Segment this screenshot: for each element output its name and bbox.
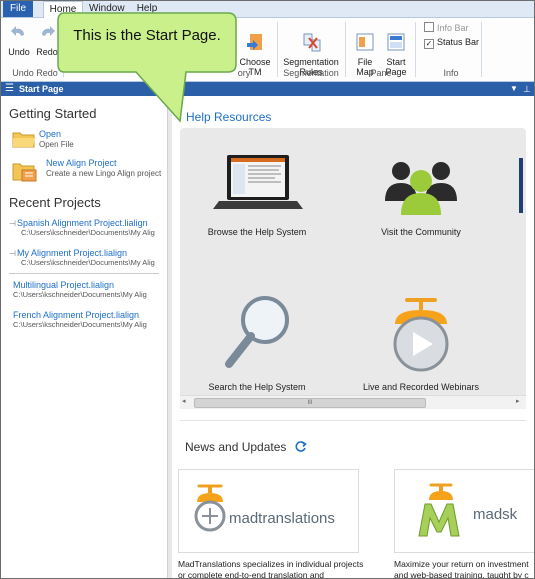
recent-projects-heading: Recent Projects [9,195,101,210]
news-title: News and Updates [185,440,287,454]
magnifier-icon [225,296,289,368]
recent-project-name: Spanish Alignment Project.lialign [17,218,148,228]
madskills-desc-line: and web-based training, taught by c [394,570,529,578]
community-icon [385,162,457,215]
status-bar-checkbox[interactable]: ✓ Status Bar [424,37,479,49]
laptop-icon [213,155,303,209]
start-page-right-panel: Help Resources Browse the Help System Vi… [172,97,534,578]
new-project-icon [12,163,37,182]
recent-project-item[interactable]: ⊣My Alignment Project.lialign C:\Users\k… [9,248,159,267]
madskills-logo-icon [418,483,460,537]
callout-text: This is the Start Page. [73,27,221,44]
pin-icon[interactable]: ⊣ [9,249,17,258]
open-file-sub: Open File [39,140,74,149]
scroll-right-icon[interactable]: ▸ [516,397,520,405]
group-separator [345,22,346,77]
madtranslations-logo-icon [194,484,226,532]
scroll-left-icon[interactable]: ◂ [182,397,186,405]
scrollbar-thumb[interactable]: III [194,398,426,408]
recent-project-item[interactable]: ⊣Spanish Alignment Project.lialign C:\Us… [9,218,159,237]
madtranslations-card[interactable]: madtranslations [178,469,359,553]
pin-icon[interactable]: ⊣ [9,219,17,228]
refresh-icon[interactable] [294,440,307,453]
recent-project-name: French Alignment Project.lialign [13,310,140,320]
community-card[interactable]: Visit the Community [346,153,496,237]
recent-project-path: C:\Users\kschneider\Documents\My Alig [13,320,147,329]
start-page-left-panel: Getting Started Open Open File New Align… [1,97,167,578]
madtranslations-description: MadTranslations specializes in individua… [178,559,368,578]
group-label-undo-redo: Undo Redo [12,68,58,78]
status-bar-box: ✓ [424,39,434,49]
recent-project-path: C:\Users\kschneider\Documents\My Alig [21,228,155,237]
new-project-sub: Create a new Lingo Align project [46,169,162,178]
group-label-info: Info [443,68,459,78]
recent-project-path: C:\Users\kschneider\Documents\My Alig [13,290,147,299]
madskills-card[interactable]: madsk [394,469,534,553]
group-separator [415,22,416,77]
recent-project-item[interactable]: Multilingual Project.lialign C:\Users\ks… [9,280,159,299]
folder-icon [12,132,35,148]
carousel-scrollbar[interactable]: ◂ III ▸ [180,395,526,409]
group-separator [277,22,278,77]
choose-tm-icon [247,34,262,50]
madtranslations-desc-line: MadTranslations specializes in individua… [178,559,364,569]
madskills-desc-line: Maximize your return on investment [394,559,529,569]
undo-label: Undo [8,47,30,57]
menu-icon[interactable]: ☰ [5,82,14,96]
start-page-icon [387,33,405,51]
search-help-card[interactable]: Search the Help System [182,288,332,392]
dropdown-icon[interactable]: ▼ [510,82,518,96]
segmentation-rules-icon [303,33,321,52]
browse-help-card[interactable]: Browse the Help System [182,153,332,237]
recent-project-path: C:\Users\kschneider\Documents\My Alig [21,258,155,267]
madskills-description: Maximize your return on investment and w… [394,559,534,578]
pin-icon[interactable]: ⊥ [523,82,531,96]
undo-button[interactable]: Undo [5,21,33,57]
undo-icon [11,26,25,36]
recent-project-name: My Alignment Project.lialign [17,248,128,258]
info-bar-box [424,22,434,32]
group-label-pane: Pane [370,68,392,78]
file-map-icon [356,33,374,51]
browse-help-label: Browse the Help System [207,227,307,237]
help-resources-carousel: Browse the Help System Visit the Communi… [180,128,526,408]
new-project-label: New Align Project [46,158,117,168]
community-label: Visit the Community [381,227,461,237]
tab-file[interactable]: File [3,1,33,17]
status-bar-label: Status Bar [437,37,480,47]
recent-project-item[interactable]: French Alignment Project.lialign C:\User… [9,310,159,329]
section-divider [180,420,526,421]
madtranslations-desc-line: or complete end-to-end translation and [178,570,325,578]
recent-project-name: Multilingual Project.lialign [13,280,115,290]
madtranslations-logo-text: madtranslations [229,510,335,527]
news-heading: News and Updates [185,440,307,454]
redo-icon [41,26,55,36]
group-label-segmentation: Segmentation [283,68,339,78]
group-separator [481,22,482,77]
app-window: File Home Window Help Undo Redo Undo Red… [0,0,535,579]
next-card-edge [519,158,523,213]
webinars-label: Live and Recorded Webinars [363,382,479,392]
madskills-logo-text: madsk [473,506,518,523]
recent-divider [9,273,159,274]
info-bar-checkbox[interactable]: Info Bar [424,22,469,33]
webinar-icon [393,298,449,372]
info-bar-label: Info Bar [437,23,469,33]
webinars-card[interactable]: Live and Recorded Webinars [346,288,496,392]
search-help-label: Search the Help System [208,382,306,392]
